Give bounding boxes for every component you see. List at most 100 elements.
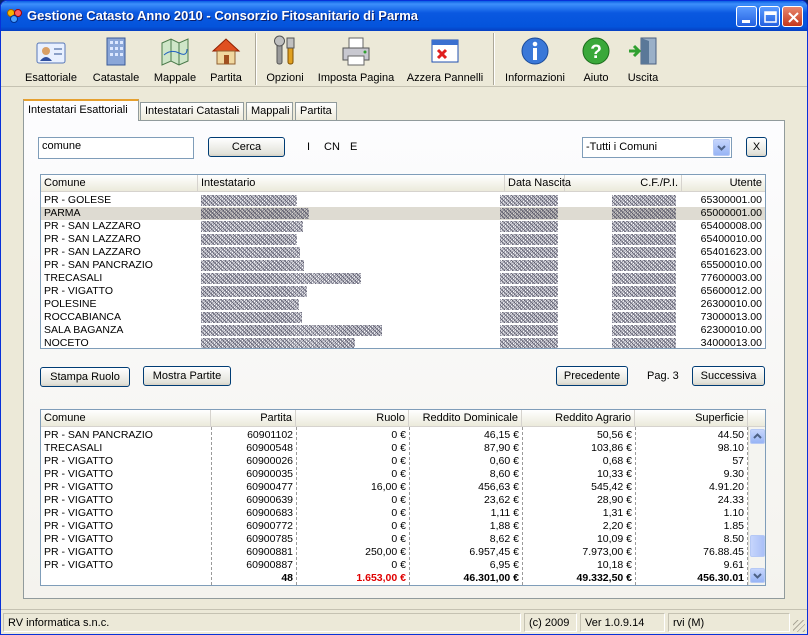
table-row[interactable]: PR - VIGATTO 60900026 0 € 0,60 € 0,68 € 57 xyxy=(41,455,747,468)
redacted-date xyxy=(500,195,558,206)
house-icon xyxy=(210,35,242,67)
table-row[interactable]: PR - VIGATTO 60900035 0 € 8,60 € 10,33 € 9.30 xyxy=(41,468,747,481)
vertical-scrollbar[interactable] xyxy=(748,427,765,585)
table-row[interactable]: PR - GOLESE 65300001.00 xyxy=(41,194,765,207)
table-row[interactable]: PR - VIGATTO 60900477 16,00 € 456,63 € 545,4… xyxy=(41,481,747,494)
title-bar[interactable]: Gestione Catasto Anno 2010 - Consorzio F… xyxy=(1,1,807,31)
cell-ruolo: 0 € xyxy=(391,429,406,441)
table-row[interactable]: TRECASALI 60900548 0 € 87,90 € 103,86 € 98.10 xyxy=(41,442,747,455)
toolbar-catastale-button[interactable]: Catastale xyxy=(86,33,146,85)
search-input[interactable]: comune xyxy=(38,137,194,159)
table-row[interactable]: PR - VIGATTO 60900772 0 € 1,88 € 2,20 € 1.85 xyxy=(41,520,747,533)
cell-reddito-agrario: 2,20 € xyxy=(602,520,632,532)
table-row[interactable]: PR - VIGATTO 60900887 0 € 6,95 € 10,18 € 9.61 xyxy=(41,559,747,572)
redacted-code xyxy=(612,286,676,297)
cell-reddito-agrario: 545,42 € xyxy=(591,481,632,493)
stampa-ruolo-button[interactable]: Stampa Ruolo xyxy=(40,367,130,387)
total-cell-reddito-agrario: 49.332,50 € xyxy=(576,572,632,584)
tab-partita[interactable]: Partita xyxy=(295,102,337,121)
column-header-comune[interactable]: Comune xyxy=(41,410,211,427)
toolbar-partita-button[interactable]: Partita xyxy=(205,33,247,85)
toolbar-aiuto-button[interactable]: ? Aiuto xyxy=(577,33,615,85)
table-row[interactable]: PR - VIGATTO 60900639 0 € 23,62 € 28,90 € 24.… xyxy=(41,494,747,507)
redacted-name xyxy=(201,273,361,284)
cell-comune: PR - VIGATTO xyxy=(44,546,114,558)
scroll-up-button[interactable] xyxy=(750,429,765,444)
toolbar-imposta-pagina-button[interactable]: Imposta Pagina xyxy=(315,33,397,85)
total-cell-ruolo: 1.653,00 € xyxy=(356,572,406,584)
table-row[interactable]: TRECASALI 77600003.00 xyxy=(41,272,765,285)
redacted-code xyxy=(612,234,676,245)
filter-option-i[interactable]: I xyxy=(307,141,310,153)
column-header-comune[interactable]: Comune xyxy=(41,175,198,192)
filter-option-cn[interactable]: CN xyxy=(324,141,340,153)
column-header-intestatario[interactable]: Intestatario xyxy=(198,175,505,192)
table-row[interactable]: PR - VIGATTO 65600012.00 xyxy=(41,285,765,298)
close-button[interactable] xyxy=(782,6,803,27)
toolbar-uscita-button[interactable]: Uscita xyxy=(621,33,665,85)
table-row[interactable]: PR - SAN PANCRAZIO 65500010.00 xyxy=(41,259,765,272)
cell-comune: PR - VIGATTO xyxy=(44,285,114,297)
cell-partita: 60900683 xyxy=(246,507,293,519)
status-user: rvi (M) xyxy=(668,613,790,632)
page-indicator: Pag. 3 xyxy=(647,370,679,382)
cell-comune: PR - VIGATTO xyxy=(44,481,114,493)
column-header-partita[interactable]: Partita xyxy=(211,410,296,427)
precedente-button[interactable]: Precedente xyxy=(556,366,628,386)
toolbar-informazioni-button[interactable]: Informazioni xyxy=(501,33,569,85)
resize-grip[interactable] xyxy=(793,620,805,632)
redacted-name xyxy=(201,325,382,336)
table-row[interactable]: SALA BAGANZA 62300010.00 xyxy=(41,324,765,337)
table-row[interactable]: PR - SAN LAZZARO 65401623.00 xyxy=(41,246,765,259)
column-header-data-nascita[interactable]: Data Nascita xyxy=(505,175,571,192)
cell-comune: PARMA xyxy=(44,207,81,219)
maximize-button[interactable] xyxy=(759,6,780,27)
toolbar-azzera-pannelli-button[interactable]: Azzera Pannelli xyxy=(405,33,485,85)
column-header-reddito-agrario[interactable]: Reddito Agrario xyxy=(522,410,635,427)
cell-partita: 60900772 xyxy=(246,520,293,532)
toolbar-opzioni-button[interactable]: Opzioni xyxy=(263,33,307,85)
column-header-cf-pi[interactable]: C.F./P.I. xyxy=(565,175,682,192)
total-cell-comune xyxy=(41,572,211,585)
column-header-superficie[interactable]: Superficie xyxy=(635,410,748,427)
scroll-thumb[interactable] xyxy=(750,535,765,557)
mostra-partite-button[interactable]: Mostra Partite xyxy=(143,366,231,386)
tab-intestatari-esattoriali[interactable]: Intestatari Esattoriali xyxy=(23,99,139,121)
column-header-reddito-dominicale[interactable]: Reddito Dominicale xyxy=(409,410,522,427)
filter-option-e[interactable]: E xyxy=(350,141,357,153)
table-row[interactable]: PR - VIGATTO 60900683 0 € 1,11 € 1,31 € 1.10 xyxy=(41,507,747,520)
column-header-utente[interactable]: Utente xyxy=(682,175,765,192)
table-row[interactable]: PARMA 65000001.00 xyxy=(41,207,765,220)
redacted-code xyxy=(612,260,676,271)
table-row[interactable]: PR - SAN LAZZARO 65400010.00 xyxy=(41,233,765,246)
redacted-name xyxy=(201,299,299,310)
table-row[interactable]: PR - VIGATTO 60900785 0 € 8,62 € 10,09 € 8.50 xyxy=(41,533,747,546)
table-row[interactable]: PR - SAN LAZZARO 65400008.00 xyxy=(41,220,765,233)
tab-intestatari-catastali[interactable]: Intestatari Catastali xyxy=(140,102,244,121)
clear-filter-button[interactable]: X xyxy=(746,137,767,157)
table-row[interactable]: PR - VIGATTO 60900881 250,00 € 6.957,45 € 7.… xyxy=(41,546,747,559)
column-header-ruolo[interactable]: Ruolo xyxy=(296,410,409,427)
redacted-date xyxy=(500,273,558,284)
minimize-button[interactable] xyxy=(736,6,757,27)
toolbar-esattoriale-button[interactable]: Esattoriale xyxy=(19,33,83,85)
chevron-down-icon[interactable] xyxy=(713,139,730,156)
scroll-down-button[interactable] xyxy=(750,568,765,583)
table-row[interactable]: PR - SAN PANCRAZIO 60901102 0 € 46,15 € 50,5… xyxy=(41,429,747,442)
cell-superficie: 98.10 xyxy=(717,442,744,454)
comune-select[interactable]: -Tutti i Comuni xyxy=(582,137,732,158)
tab-mappali[interactable]: Mappali xyxy=(246,102,293,121)
main-window: Gestione Catasto Anno 2010 - Consorzio F… xyxy=(0,0,808,635)
cell-reddito-agrario: 7.973,00 € xyxy=(582,546,632,558)
cell-ruolo: 0 € xyxy=(391,442,406,454)
redacted-code xyxy=(612,247,676,258)
table-row[interactable]: NOCETO 34000013.00 xyxy=(41,337,765,348)
table-row[interactable]: POLESINE 26300010.00 xyxy=(41,298,765,311)
search-button[interactable]: Cerca xyxy=(208,137,285,157)
cell-comune: PR - VIGATTO xyxy=(44,494,114,506)
cell-comune: TRECASALI xyxy=(44,272,103,284)
table-row[interactable]: ROCCABIANCA 73000013.00 xyxy=(41,311,765,324)
successiva-button[interactable]: Successiva xyxy=(692,366,765,386)
toolbar-separator xyxy=(255,33,257,85)
toolbar-mappale-button[interactable]: Mappale xyxy=(149,33,201,85)
